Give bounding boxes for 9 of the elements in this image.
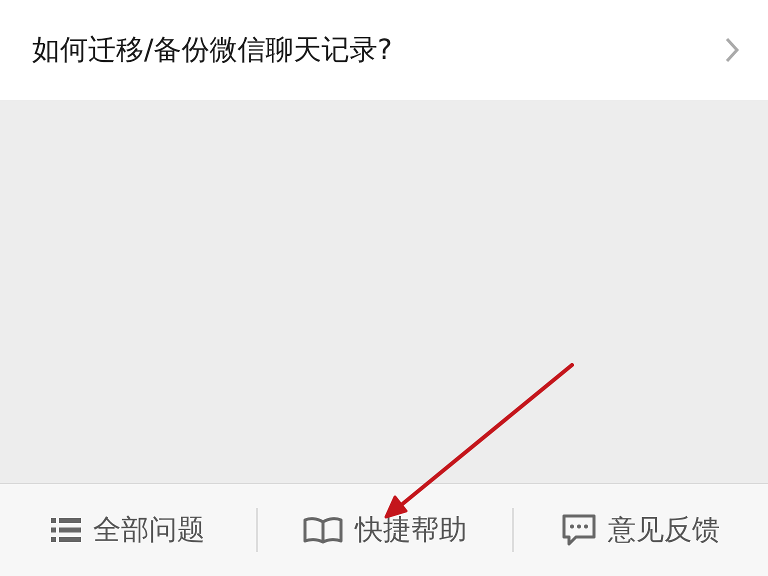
tab[interactable]: 全部问题 <box>0 500 256 560</box>
tab[interactable]: 快捷帮助 <box>258 500 512 560</box>
question-title: 如何迁移/备份微信聊天记录? <box>32 32 392 68</box>
list-icon <box>51 517 81 543</box>
chevron-right-icon <box>724 36 740 64</box>
message-icon <box>562 514 596 546</box>
question-row[interactable]: 如何迁移/备份微信聊天记录? <box>0 0 768 100</box>
tab[interactable]: 意见反馈 <box>514 500 768 560</box>
book-icon <box>303 516 343 544</box>
